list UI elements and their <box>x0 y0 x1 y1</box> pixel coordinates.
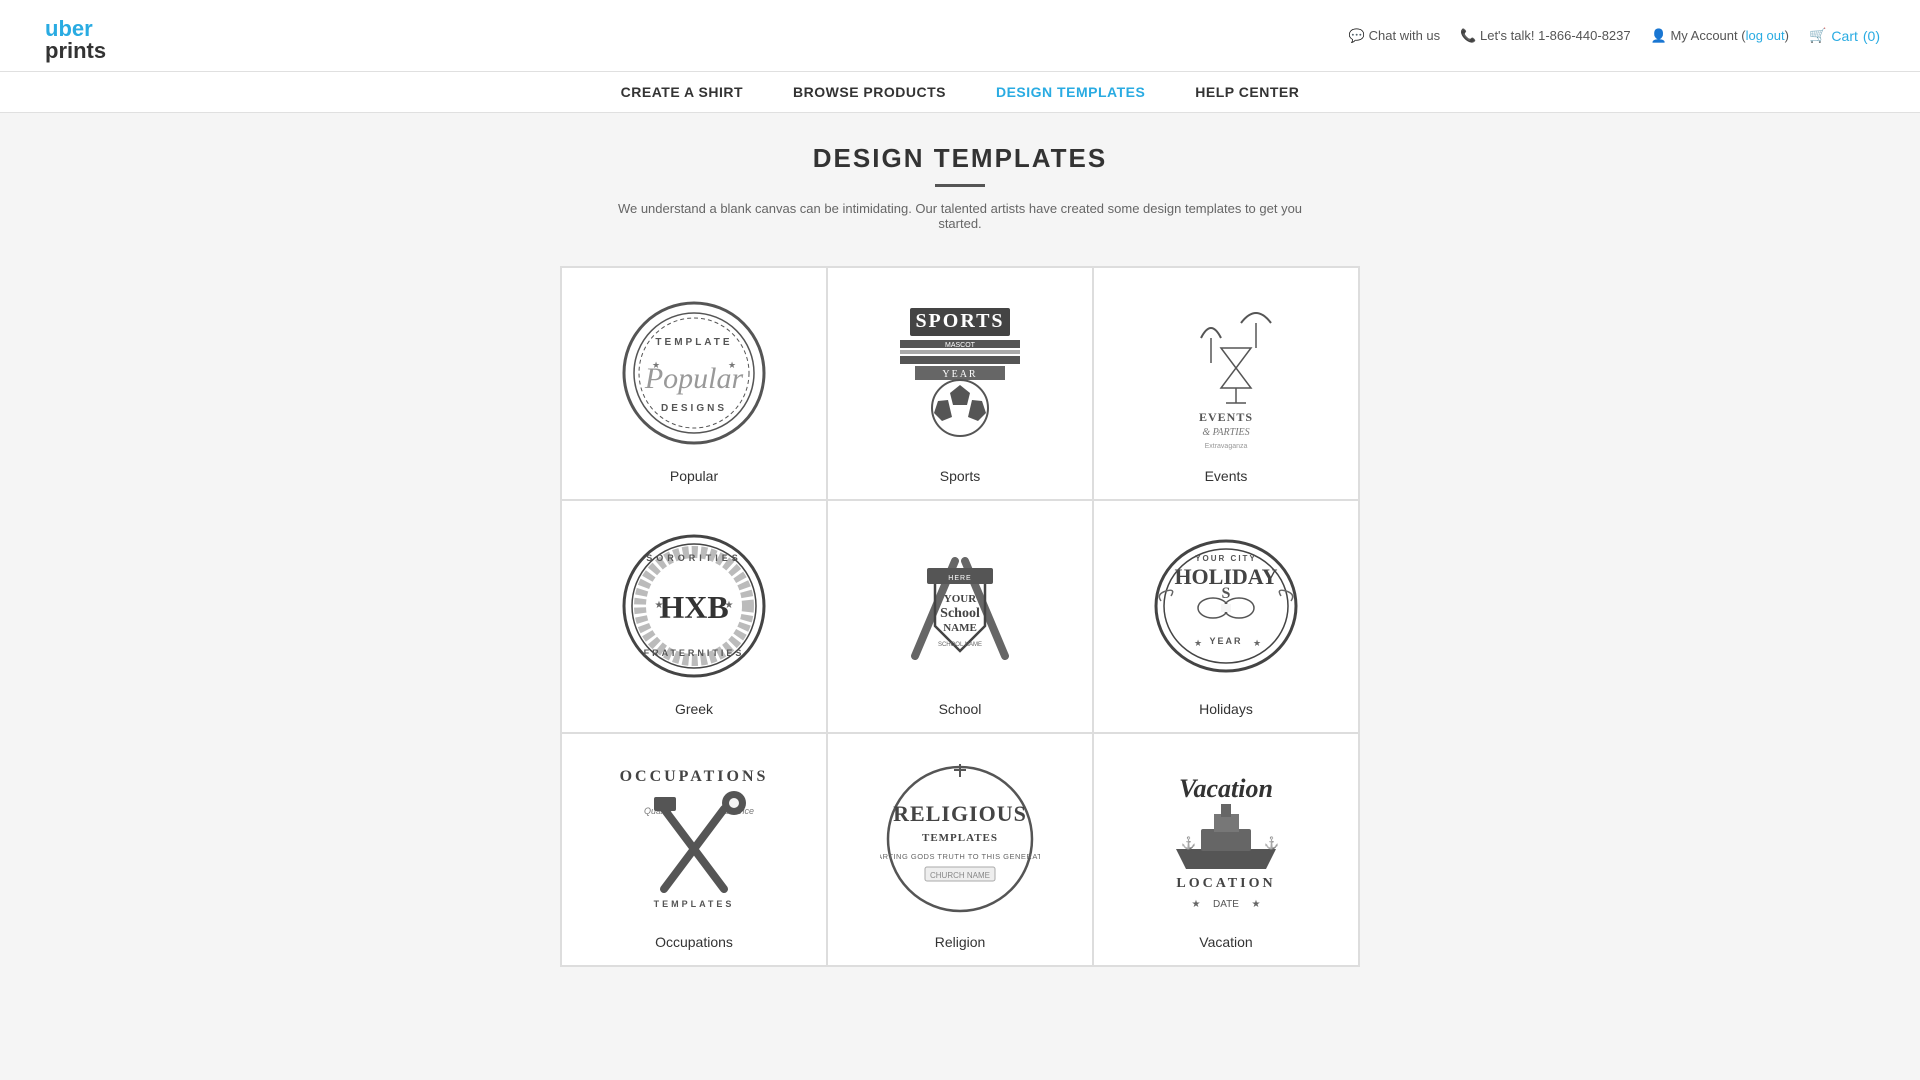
nav-design[interactable]: DESIGN TEMPLATES <box>996 84 1145 100</box>
template-label-religion: Religion <box>935 934 986 950</box>
svg-text:Vacation: Vacation <box>1179 774 1273 803</box>
svg-text:DATE: DATE <box>1213 899 1239 910</box>
svg-text:★: ★ <box>652 360 660 370</box>
svg-text:Extravaganza: Extravaganza <box>1205 443 1248 450</box>
svg-text:★: ★ <box>725 600 734 611</box>
template-image-greek: ΗΧΒ SORORITIES FRATERNITIES ★ ★ <box>609 521 779 691</box>
template-label-sports: Sports <box>940 468 980 484</box>
svg-text:YOUR: YOUR <box>944 593 977 605</box>
template-image-occupations: OCCUPATIONS Quality Service TEMPLATES <box>609 754 779 924</box>
cart-link[interactable]: 🛒 Cart (0) <box>1809 27 1880 44</box>
svg-text:DESIGNS: DESIGNS <box>661 403 727 414</box>
svg-text:School: School <box>940 606 980 621</box>
svg-text:YEAR: YEAR <box>942 369 977 380</box>
header-utils: 💬 Chat with us 📞 Let's talk! 1-866-440-8… <box>1349 27 1880 44</box>
svg-text:RELIGIOUS: RELIGIOUS <box>893 801 1027 826</box>
template-label-greek: Greek <box>675 701 713 717</box>
svg-text:HERE: HERE <box>948 575 971 582</box>
svg-text:EVENTS: EVENTS <box>1199 410 1253 424</box>
template-label-occupations: Occupations <box>655 934 733 950</box>
svg-text:★: ★ <box>1192 899 1201 910</box>
svg-text:TEMPLATES: TEMPLATES <box>922 832 998 844</box>
nav-help[interactable]: HELP CENTER <box>1195 84 1299 100</box>
template-image-events: EVENTS & PARTIES Extravaganza <box>1141 288 1311 458</box>
template-card-sports[interactable]: SPORTS MASCOT YEAR Sports <box>827 267 1093 500</box>
svg-text:★: ★ <box>1194 638 1202 648</box>
header-top: uber prints 💬 Chat with us 📞 Let's talk!… <box>0 0 1920 72</box>
svg-text:SCHOOL NAME: SCHOOL NAME <box>938 642 982 648</box>
svg-text:SPORTS: SPORTS <box>915 310 1004 332</box>
svg-text:NAME: NAME <box>943 622 977 634</box>
template-label-vacation: Vacation <box>1199 934 1252 950</box>
nav-browse[interactable]: BROWSE PRODUCTS <box>793 84 946 100</box>
svg-text:OCCUPATIONS: OCCUPATIONS <box>620 768 769 785</box>
template-image-holidays: YOUR CITY HOLIDAY S YEAR ★ ★ <box>1141 521 1311 691</box>
template-card-occupations[interactable]: OCCUPATIONS Quality Service TEMPLATES Oc… <box>561 733 827 966</box>
svg-text:★: ★ <box>1253 638 1261 648</box>
svg-text:SORORITIES: SORORITIES <box>646 553 742 563</box>
svg-text:CHURCH NAME: CHURCH NAME <box>930 871 990 880</box>
template-card-greek[interactable]: ΗΧΒ SORORITIES FRATERNITIES ★ ★ Greek <box>561 500 827 733</box>
svg-text:prints: prints <box>45 38 106 63</box>
main-nav: CREATE A SHIRT BROWSE PRODUCTS DESIGN TE… <box>0 72 1920 113</box>
template-image-sports: SPORTS MASCOT YEAR <box>875 288 1045 458</box>
svg-text:IMPARTING GODS TRUTH TO THIS G: IMPARTING GODS TRUTH TO THIS GENERATION <box>880 852 1040 861</box>
logo[interactable]: uber prints <box>40 8 130 63</box>
template-card-events[interactable]: EVENTS & PARTIES Extravaganza Events <box>1093 267 1359 500</box>
svg-text:⚓: ⚓ <box>1181 836 1196 850</box>
template-card-popular[interactable]: TEMPLATE Popular DESIGNS ★ ★ Popular <box>561 267 827 500</box>
nav-create[interactable]: CREATE A SHIRT <box>621 84 743 100</box>
page-title-area: DESIGN TEMPLATES We understand a blank c… <box>0 113 1920 246</box>
template-card-religion[interactable]: RELIGIOUS TEMPLATES IMPARTING GODS TRUTH… <box>827 733 1093 966</box>
svg-text:TEMPLATES: TEMPLATES <box>654 899 735 909</box>
svg-text:ΗΧΒ: ΗΧΒ <box>659 589 728 625</box>
svg-text:★: ★ <box>728 360 736 370</box>
svg-text:★: ★ <box>655 600 664 611</box>
svg-text:MASCOT: MASCOT <box>945 342 976 349</box>
template-label-school: School <box>939 701 982 717</box>
svg-text:YEAR: YEAR <box>1209 636 1242 646</box>
svg-text:S: S <box>1222 585 1231 602</box>
svg-text:TEMPLATE: TEMPLATE <box>655 337 732 348</box>
svg-text:YOUR CITY: YOUR CITY <box>1195 554 1257 563</box>
template-label-holidays: Holidays <box>1199 701 1253 717</box>
phone-link[interactable]: 📞 Let's talk! 1-866-440-8237 <box>1460 28 1630 44</box>
template-image-school: HERE YOUR School NAME SCHOOL NAME <box>875 521 1045 691</box>
title-underline <box>935 184 985 187</box>
chat-link[interactable]: 💬 Chat with us <box>1349 28 1440 44</box>
page-title: DESIGN TEMPLATES <box>20 143 1900 174</box>
template-image-religion: RELIGIOUS TEMPLATES IMPARTING GODS TRUTH… <box>875 754 1045 924</box>
template-label-popular: Popular <box>670 468 718 484</box>
svg-text:LOCATION: LOCATION <box>1176 876 1275 891</box>
template-image-vacation: Vacation ⚓ ⚓ LOCATION ★ DATE ★ <box>1141 754 1311 924</box>
svg-text:⚓: ⚓ <box>1264 836 1279 850</box>
svg-text:FRATERNITIES: FRATERNITIES <box>644 648 745 658</box>
svg-text:& PARTIES: & PARTIES <box>1202 427 1249 438</box>
template-image-popular: TEMPLATE Popular DESIGNS ★ ★ <box>609 288 779 458</box>
template-card-vacation[interactable]: Vacation ⚓ ⚓ LOCATION ★ DATE ★ Vacation <box>1093 733 1359 966</box>
template-grid: TEMPLATE Popular DESIGNS ★ ★ Popular SPO… <box>560 266 1360 967</box>
template-card-school[interactable]: HERE YOUR School NAME SCHOOL NAME School <box>827 500 1093 733</box>
logout-link[interactable]: log out <box>1746 28 1785 43</box>
template-label-events: Events <box>1205 468 1248 484</box>
template-card-holidays[interactable]: YOUR CITY HOLIDAY S YEAR ★ ★ Holidays <box>1093 500 1359 733</box>
svg-text:★: ★ <box>1252 899 1261 910</box>
account-link[interactable]: 👤 My Account (log out) <box>1651 28 1789 44</box>
page-subtitle: We understand a blank canvas can be inti… <box>610 201 1310 231</box>
